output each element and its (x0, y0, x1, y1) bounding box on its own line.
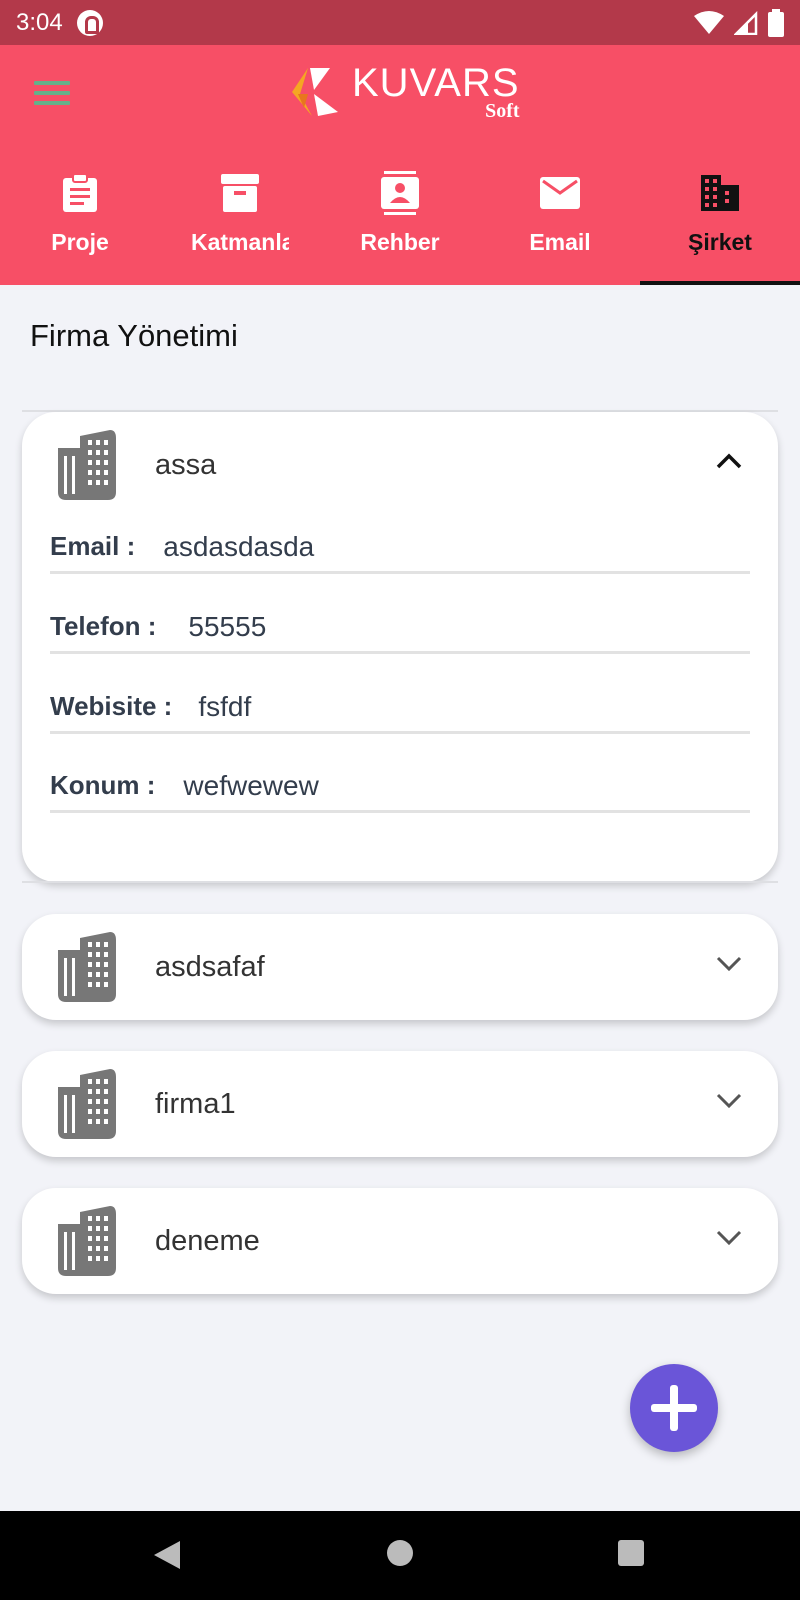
signal-icon (734, 10, 758, 35)
company-name: firma1 (155, 1088, 236, 1120)
company-card: assa Email : asdasdasda Telefon : 55555 … (22, 412, 778, 882)
field-label: Konum : (50, 770, 156, 800)
plus-icon (651, 1385, 697, 1431)
tab-label: Proje (51, 229, 109, 255)
menu-button[interactable] (34, 81, 70, 111)
tab-sirket[interactable]: Şirket (640, 155, 800, 285)
contacts-icon (381, 171, 419, 215)
tab-label: Email (529, 229, 591, 255)
email-field: Email : asdasdasda (50, 522, 750, 574)
recents-icon[interactable] (617, 1539, 645, 1567)
location-field: Konum : wefwewew (50, 761, 750, 813)
building-icon (58, 1206, 116, 1276)
menu-icon-line (34, 91, 70, 95)
building-icon (58, 932, 116, 1002)
app-bar: KUVARS Soft Proje Katmanla Rehber Email … (0, 45, 800, 285)
divider (22, 881, 778, 883)
app-logo: KUVARS Soft (290, 63, 520, 121)
tab-email[interactable]: Email (480, 155, 640, 285)
website-field: Webisite : fsfdf (50, 682, 750, 734)
archive-icon (221, 174, 259, 212)
tab-proje[interactable]: Proje (0, 155, 160, 285)
tab-label: Rehber (360, 229, 440, 255)
company-card-header[interactable]: deneme (22, 1188, 778, 1294)
tab-bar: Proje Katmanla r (0, 155, 800, 285)
battery-icon (768, 8, 784, 37)
chevron-up-icon[interactable] (716, 452, 742, 470)
company-name: assa (155, 449, 217, 481)
chevron-down-icon[interactable] (716, 1228, 742, 1246)
notification-icon (76, 9, 103, 36)
clipboard-icon (63, 174, 97, 212)
home-icon[interactable] (386, 1539, 414, 1567)
field-value: wefwewew (183, 769, 319, 801)
building-icon (58, 430, 116, 500)
company-card: asdsafaf (22, 914, 778, 1020)
add-company-button[interactable] (630, 1364, 718, 1452)
tab-rehber[interactable]: Rehber (320, 155, 480, 285)
chevron-down-icon[interactable] (716, 954, 742, 972)
field-value: 55555 (188, 610, 267, 642)
building-icon (58, 1069, 116, 1139)
status-bar: 3:04 (0, 0, 800, 45)
tab-label: Katmanlar (191, 229, 289, 255)
company-name: asdsafaf (155, 951, 265, 983)
status-time: 3:04 (16, 8, 63, 36)
tab-label: Şirket (688, 229, 752, 255)
phone-field: Telefon : 55555 (50, 602, 750, 654)
wifi-icon (694, 10, 724, 34)
company-card: deneme (22, 1188, 778, 1294)
company-card-header[interactable]: assa (22, 412, 778, 518)
menu-icon-line (34, 101, 70, 105)
chevron-down-icon[interactable] (716, 1091, 742, 1109)
system-nav-bar (0, 1511, 800, 1600)
field-label: Email : (50, 531, 136, 561)
menu-icon (34, 81, 70, 85)
company-card-header[interactable]: firma1 (22, 1051, 778, 1157)
business-icon (701, 175, 739, 211)
company-card: firma1 (22, 1051, 778, 1157)
brand-name: KUVARS (352, 61, 520, 105)
field-value: fsfdf (198, 690, 252, 722)
mail-icon (540, 177, 580, 209)
kuvars-logo-icon (292, 68, 338, 116)
company-name: deneme (155, 1225, 260, 1257)
company-card-header[interactable]: asdsafaf (22, 914, 778, 1020)
field-label: Telefon : (50, 611, 157, 641)
field-value: asdasdasda (163, 530, 315, 562)
page-title: Firma Yönetimi (30, 318, 238, 353)
tab-katmanlar[interactable]: Katmanlar (160, 155, 320, 285)
back-icon[interactable] (152, 1539, 182, 1571)
field-label: Webisite : (50, 691, 173, 721)
